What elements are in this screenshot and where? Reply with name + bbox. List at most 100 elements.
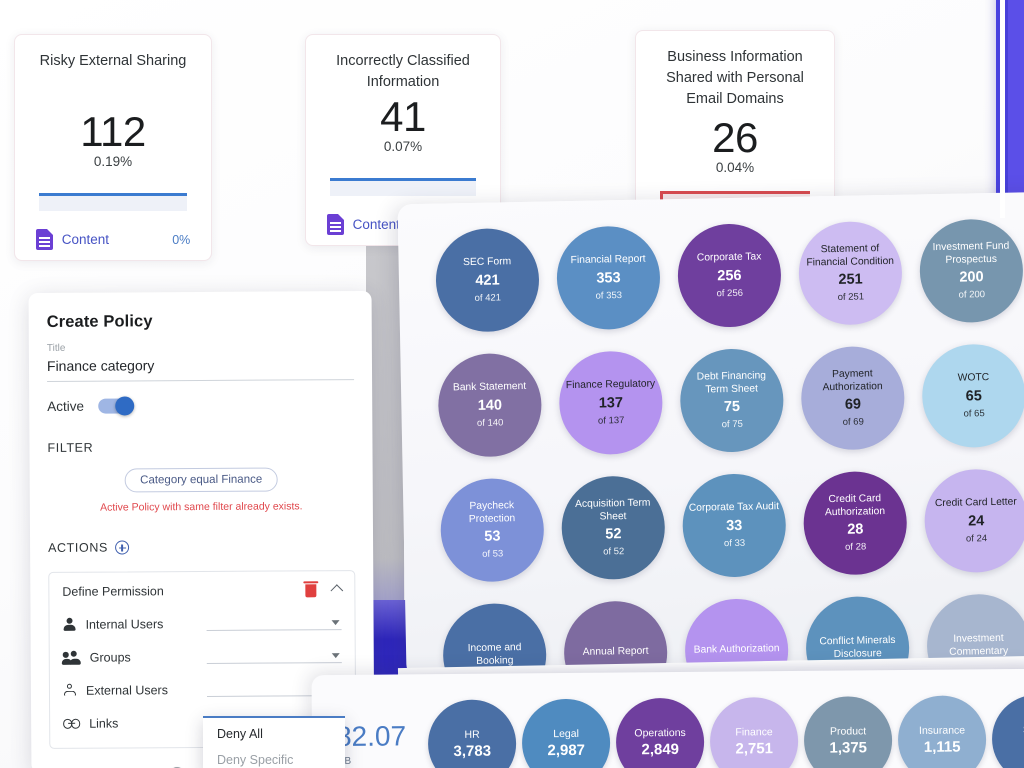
storage-bubble-operations[interactable]: Operations 2,849	[615, 697, 705, 768]
bubble-investment-fund-prospectus[interactable]: Investment Fund Prospectus 200 of 200	[918, 218, 1024, 324]
bubble-grid: SEC Form 421 of 421 Financial Report 353 of 3…	[426, 218, 1024, 679]
bubble-label: Income and Booking	[467, 642, 522, 667]
bubble-debt-financing-term-sheet[interactable]: Debt Financing Term Sheet 75 of 75	[679, 348, 785, 453]
groups-select[interactable]	[206, 646, 342, 664]
internal-users-select[interactable]	[206, 613, 342, 631]
bubble-total: of 75	[721, 418, 743, 430]
active-toggle-row: Active	[47, 396, 354, 416]
bubble-bank-statement[interactable]: Bank Statement 140 of 140	[437, 352, 543, 458]
bubble-total: of 24	[965, 532, 988, 545]
document-icon	[35, 229, 53, 250]
dropdown-item-deny-specific[interactable]: Deny Specific	[217, 753, 345, 767]
bubble-total: of 65	[963, 407, 985, 420]
bubble-cell: Payment Authorization 69 of 69	[791, 345, 914, 473]
bubble-credit-card-authorization[interactable]: Credit Card Authorization 28 of 28	[802, 470, 908, 576]
page-title: Create Policy	[46, 312, 153, 331]
document-icon	[326, 214, 344, 235]
bubble-total: of 53	[482, 548, 504, 560]
active-toggle[interactable]	[97, 396, 135, 416]
kpi-card-percent: 0.19%	[93, 154, 133, 169]
storage-bubble-sales[interactable]: Sales570	[991, 694, 1024, 768]
actions-section-heading: ACTIONS	[48, 539, 355, 555]
dashboard-collage: Risky External Sharing 112 0.19% Content…	[0, 0, 1024, 768]
kpi-footer-label: Content	[61, 232, 110, 247]
storage-bubble-insurance[interactable]: Insurance 1,115	[897, 695, 987, 768]
bubble-cell: Corporate Tax Audit 33 of 33	[673, 472, 796, 600]
bubble-label: Conflict Minerals Disclosure	[819, 635, 896, 660]
bubble-finance-regulatory[interactable]: Finance Regulatory 137 of 137	[558, 350, 664, 456]
kpi-card-value: 26	[712, 114, 758, 162]
storage-bubble-label: Legal	[553, 727, 579, 740]
add-action-plus-icon[interactable]	[114, 540, 129, 555]
chevron-up-icon[interactable]	[330, 583, 344, 597]
storage-bubble-hr[interactable]: HR 3,783	[427, 699, 517, 768]
bubble-total: of 200	[958, 288, 986, 301]
bubble-cell: Corporate Tax 256 of 256	[668, 223, 791, 350]
bubble-statement-of-financial-condition[interactable]: Statement of Financial Condition 251 of 25…	[797, 220, 903, 326]
bubble-value: 200	[959, 268, 984, 286]
bubble-value: 251	[838, 271, 863, 288]
filter-chip-row: Category equal Finance	[48, 467, 355, 493]
permission-row-internal-users: Internal Users	[63, 613, 342, 632]
bubble-total: of 256	[716, 287, 744, 299]
bubble-credit-card-letter[interactable]: Credit Card Letter 24 of 24	[923, 468, 1024, 574]
bubble-label: Payment Authorization	[822, 368, 883, 393]
filter-chip[interactable]: Category equal Finance	[125, 467, 278, 493]
kpi-progress-fill	[39, 193, 187, 196]
storage-bubble-product[interactable]: Product 1,375	[803, 696, 893, 768]
chevron-down-icon	[331, 653, 340, 659]
bubble-paycheck-protection[interactable]: Paycheck Protection 53 of 53	[439, 477, 545, 583]
kpi-card-value: 41	[380, 93, 426, 141]
bubble-financial-report[interactable]: Financial Report 353 of 353	[555, 225, 661, 331]
dropdown-item-deny-all[interactable]: Deny All	[217, 727, 345, 741]
bubble-label: Investment Commentary	[949, 633, 1009, 658]
filter-label: FILTER	[47, 440, 94, 455]
storage-bubble-label: Product	[829, 724, 867, 738]
bubble-value: 28	[847, 521, 864, 538]
bubble-corporate-tax-audit[interactable]: Corporate Tax Audit 33 of 33	[681, 472, 787, 578]
permission-row-external-users: External Users	[63, 679, 343, 698]
bubble-value: 140	[477, 396, 503, 414]
bubble-corporate-tax[interactable]: Corporate Tax 256 of 256	[676, 223, 782, 328]
bubble-label: Bank Authorization	[693, 643, 780, 657]
kpi-progress-bar	[39, 191, 187, 213]
storage-bubble-value: 1,375	[829, 738, 868, 757]
bubble-wotc[interactable]: WOTC 65 of 65	[921, 343, 1024, 449]
bubble-label: Corporate Tax	[696, 251, 762, 265]
bubble-total: of 140	[476, 416, 504, 429]
bubble-label: Bank Statement	[452, 381, 527, 394]
storage-bubble-legal[interactable]: Legal 2,987	[521, 698, 611, 768]
bubble-label: WOTC	[957, 372, 990, 385]
bubble-label: Corporate Tax Audit	[688, 501, 780, 515]
bubble-value: 256	[717, 267, 742, 284]
permission-row-label: Internal Users	[85, 617, 164, 632]
bubble-cell: Bank Statement 140 of 140	[428, 352, 551, 479]
bubble-value: 353	[596, 269, 621, 287]
bubble-label: Investment Fund Prospectus	[932, 241, 1010, 266]
bubble-total: of 251	[837, 291, 865, 303]
delete-icon[interactable]	[305, 583, 317, 597]
bubble-cell: Acquisition Term Sheet 52 of 52	[552, 475, 675, 602]
bubble-value: 52	[605, 525, 622, 543]
bubble-sec-form[interactable]: SEC Form 421 of 421	[435, 227, 540, 333]
title-input[interactable]: Finance category	[46, 352, 355, 382]
bubble-acquisition-term-sheet[interactable]: Acquisition Term Sheet 52 of 52	[560, 475, 666, 581]
storage-bubble-value: 1,115	[923, 738, 961, 756]
kpi-card-risky-external-sharing[interactable]: Risky External Sharing 112 0.19% Content…	[14, 34, 212, 261]
define-permission-header: Define Permission	[62, 583, 344, 599]
kpi-card-title: Business Information Shared with Persona…	[666, 49, 804, 108]
kpi-footer-percent: 0%	[172, 232, 191, 247]
storage-bubble-finance[interactable]: Finance 2,751	[709, 696, 799, 768]
bubble-cell: Credit Card Authorization 28 of 28	[794, 470, 917, 597]
storage-bubble-label: Finance	[735, 725, 773, 738]
kpi-card-footer: Content 0%	[35, 229, 191, 250]
permission-dropdown-menu[interactable]: Deny All Deny Specific	[203, 716, 345, 768]
bubble-total: of 28	[844, 541, 867, 553]
bubble-total: of 137	[597, 414, 625, 427]
bubble-payment-authorization[interactable]: Payment Authorization 69 of 69	[800, 345, 906, 451]
bubble-value: 53	[484, 528, 501, 545]
bubble-cell: Paycheck Protection 53 of 53	[431, 477, 554, 604]
kpi-progress-track	[39, 195, 187, 211]
bubble-cell: Statement of Financial Condition 251 of 25…	[789, 220, 912, 348]
user-filled-icon	[63, 617, 77, 632]
